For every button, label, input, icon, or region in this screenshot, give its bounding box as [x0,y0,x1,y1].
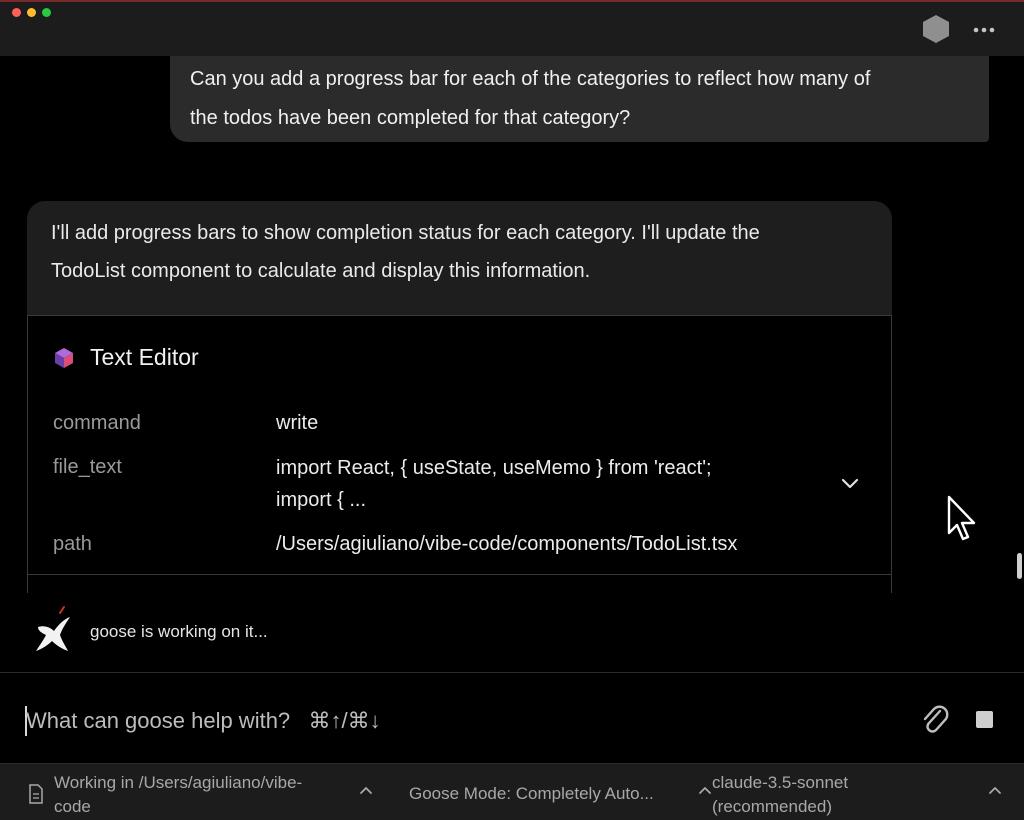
param-value: write [276,412,319,434]
assistant-message-text: I'll add progress bars to show completio… [27,201,892,315]
param-value-line: import { ... [276,489,367,511]
bottom-bar: Working in /Users/agiuliano/vibe- code G… [0,763,1024,820]
window-controls [12,8,51,17]
user-message-line: the todos have been completed for that c… [190,107,631,129]
goose-mode-selector[interactable]: Goose Mode: Completely Auto... [409,784,654,804]
working-directory-line: code [54,797,91,816]
status-text: goose is working on it... [90,622,268,641]
chat-input[interactable] [26,701,886,741]
working-directory[interactable]: Working in /Users/agiuliano/vibe- code [54,771,354,819]
assistant-message-card: I'll add progress bars to show completio… [27,201,892,593]
title-bar [0,0,1024,56]
more-options-icon[interactable] [970,16,998,44]
chevron-up-icon[interactable] [986,782,1004,800]
maximize-window-button[interactable] [42,8,51,17]
tool-call-panel: Text Editor command write file_text impo… [27,315,892,593]
param-value: /Users/agiuliano/vibe-code/components/To… [276,533,738,555]
chevron-down-icon[interactable] [838,471,862,495]
minimize-window-button[interactable] [27,8,36,17]
param-key: file_text [53,456,122,478]
tool-title: Text Editor [90,344,199,370]
chevron-up-icon[interactable] [357,782,375,800]
param-key: path [53,533,92,555]
param-value: import React, { useState, useMemo } from… [276,452,836,516]
document-icon [29,784,43,804]
model-name: claude-3.5-sonnet [712,773,849,792]
model-selector[interactable]: claude-3.5-sonnet (recommended) [712,771,972,819]
working-directory-line: Working in /Users/agiuliano/vibe- [54,773,303,792]
status-row: goose is working on it... [0,600,1024,672]
cube-icon [55,347,73,368]
user-message-line: Can you add a progress bar for each of t… [190,68,871,90]
input-area [0,673,1024,763]
user-message-bubble: Can you add a progress bar for each of t… [170,56,989,142]
assistant-message-line: I'll add progress bars to show completio… [51,222,760,244]
param-key: command [53,412,141,434]
param-value-line: import React, { useState, useMemo } from… [276,457,712,479]
mouse-cursor-icon [947,495,976,541]
stop-icon[interactable] [976,711,993,728]
model-note: (recommended) [712,797,832,816]
close-window-button[interactable] [12,8,21,17]
scrollbar-thumb[interactable] [1017,553,1022,579]
paperclip-icon[interactable] [918,701,950,737]
tool-header: Text Editor [52,344,199,371]
tool-divider [28,574,892,575]
goose-icon [36,606,70,651]
assistant-message-line: TodoList component to calculate and disp… [51,260,591,282]
hexagon-icon[interactable] [921,14,951,44]
